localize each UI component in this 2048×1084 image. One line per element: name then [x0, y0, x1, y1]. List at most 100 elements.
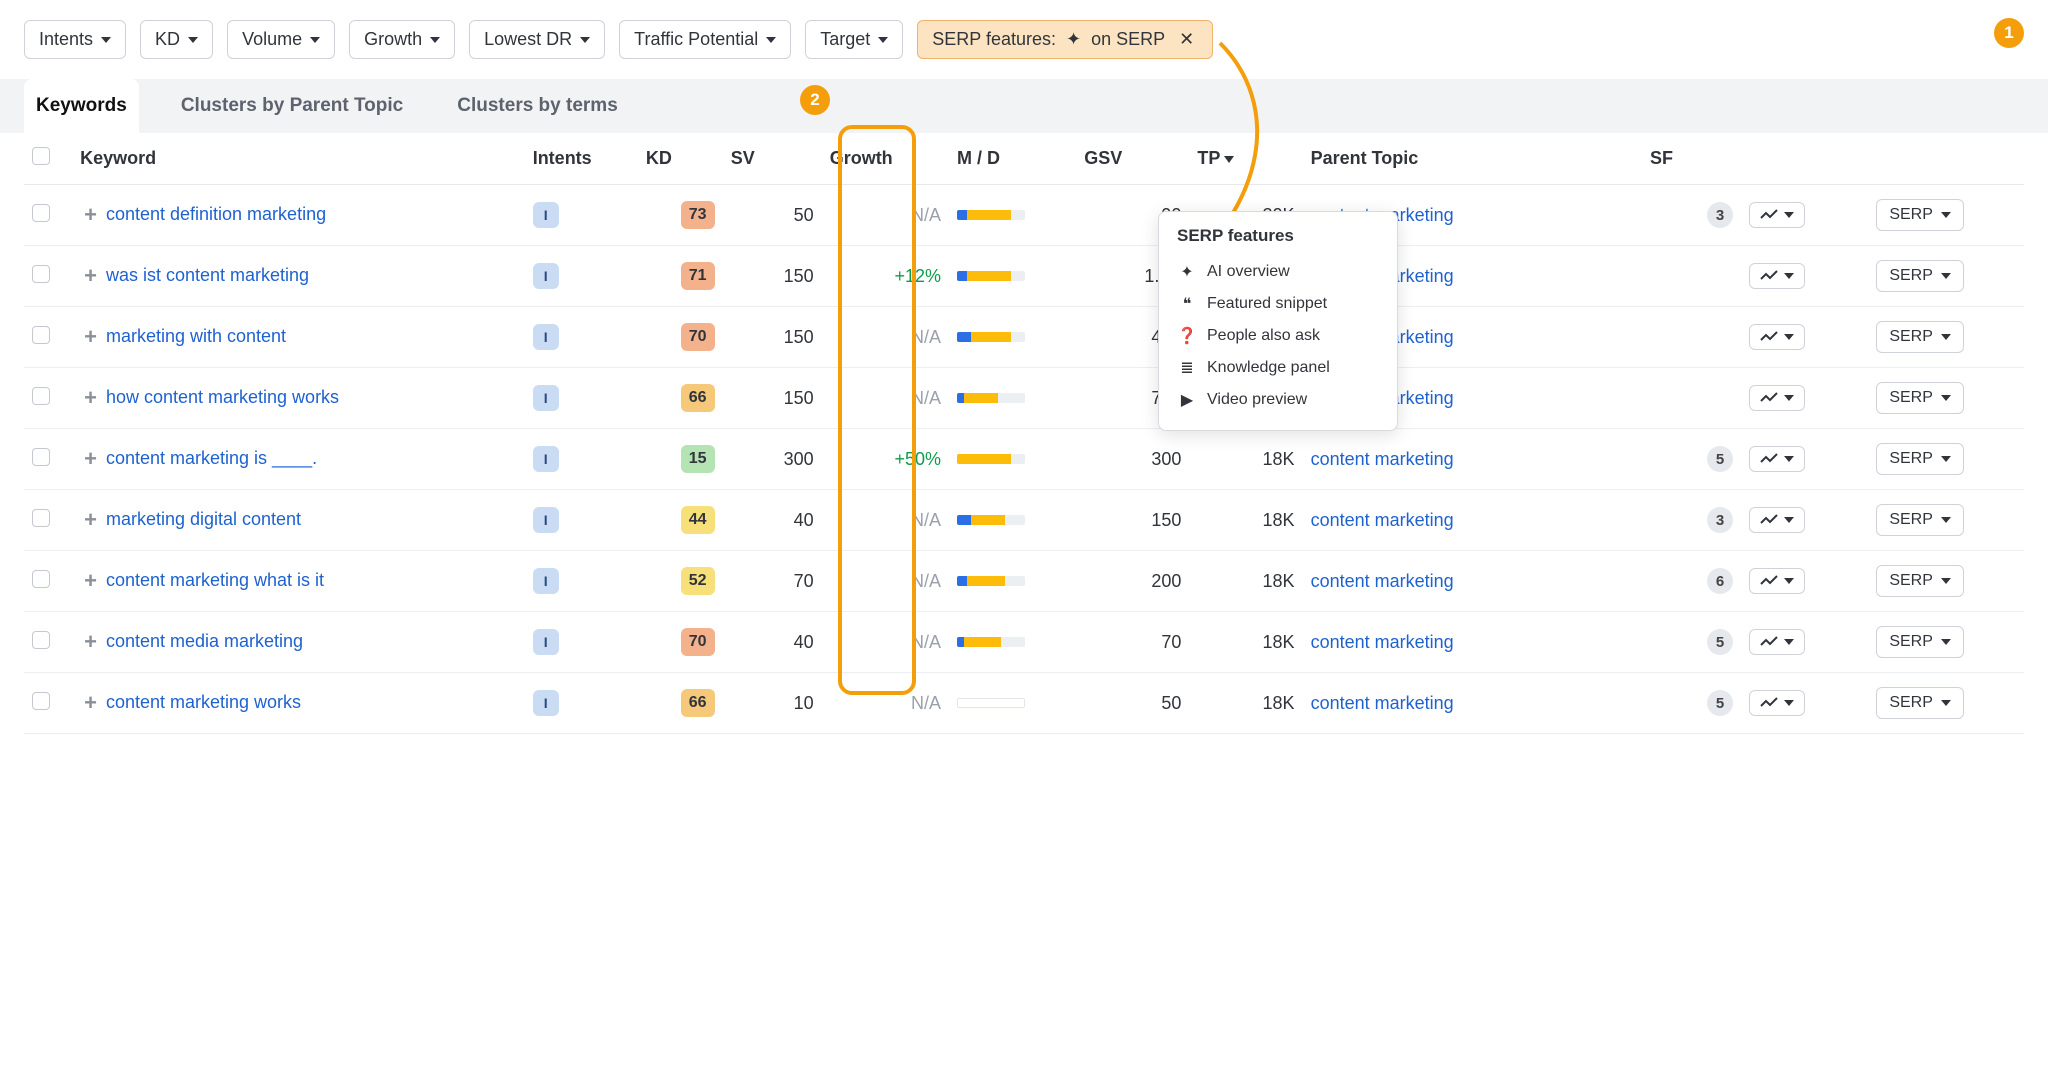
select-all-checkbox[interactable]	[32, 147, 50, 165]
filter-growth[interactable]: Growth	[349, 20, 455, 59]
trend-button[interactable]	[1749, 446, 1805, 472]
expand-icon[interactable]: +	[80, 324, 101, 350]
keyword-link[interactable]: content media marketing	[106, 631, 303, 651]
serp-button[interactable]: SERP	[1876, 626, 1964, 658]
tab-clusters-terms[interactable]: Clusters by terms	[445, 79, 630, 133]
col-kd[interactable]: KD	[638, 133, 723, 185]
trend-button[interactable]	[1749, 690, 1805, 716]
col-gsv[interactable]: GSV	[1076, 133, 1189, 185]
filter-lowest-dr[interactable]: Lowest DR	[469, 20, 605, 59]
sf-count[interactable]: 5	[1707, 690, 1733, 716]
keyword-link[interactable]: content marketing is ____.	[106, 448, 317, 468]
sf-count[interactable]: 5	[1707, 629, 1733, 655]
keyword-link[interactable]: marketing digital content	[106, 509, 301, 529]
growth-value: N/A	[822, 185, 949, 246]
caret-down-icon	[1784, 395, 1794, 401]
table-row: + marketing digital content I 44 40 N/A …	[24, 490, 2024, 551]
table-row: + was ist content marketing I 71 150 +12…	[24, 246, 2024, 307]
filter-kd[interactable]: KD	[140, 20, 213, 59]
sf-count[interactable]: 5	[1707, 446, 1733, 472]
trend-button[interactable]	[1749, 385, 1805, 411]
serp-button[interactable]: SERP	[1876, 199, 1964, 231]
col-parent[interactable]: Parent Topic	[1303, 133, 1642, 185]
col-intents[interactable]: Intents	[525, 133, 638, 185]
col-sf[interactable]: SF	[1642, 133, 1741, 185]
serp-button[interactable]: SERP	[1876, 443, 1964, 475]
row-checkbox[interactable]	[32, 448, 50, 466]
parent-topic-link[interactable]: content marketing	[1311, 632, 1454, 652]
caret-down-icon	[1941, 334, 1951, 340]
filter-volume[interactable]: Volume	[227, 20, 335, 59]
trend-button[interactable]	[1749, 324, 1805, 350]
serp-button[interactable]: SERP	[1876, 504, 1964, 536]
row-checkbox[interactable]	[32, 509, 50, 527]
expand-icon[interactable]: +	[80, 568, 101, 594]
parent-topic-link[interactable]: content marketing	[1311, 693, 1454, 713]
caret-down-icon	[1941, 273, 1951, 279]
sv-value: 50	[723, 185, 822, 246]
row-checkbox[interactable]	[32, 204, 50, 222]
expand-icon[interactable]: +	[80, 263, 101, 289]
trend-button[interactable]	[1749, 202, 1805, 228]
trend-button[interactable]	[1749, 263, 1805, 289]
serp-button[interactable]: SERP	[1876, 565, 1964, 597]
filter-target[interactable]: Target	[805, 20, 903, 59]
row-checkbox[interactable]	[32, 265, 50, 283]
col-tp[interactable]: TP	[1189, 133, 1302, 185]
parent-topic-link[interactable]: content marketing	[1311, 510, 1454, 530]
parent-topic-link[interactable]: content marketing	[1311, 449, 1454, 469]
chip-close-icon[interactable]: ✕	[1175, 29, 1198, 50]
md-bar	[957, 698, 1025, 708]
md-bar	[957, 271, 1025, 281]
keyword-link[interactable]: was ist content marketing	[106, 265, 309, 285]
keyword-link[interactable]: content definition marketing	[106, 204, 326, 224]
col-growth[interactable]: Growth	[822, 133, 949, 185]
keyword-link[interactable]: marketing with content	[106, 326, 286, 346]
expand-icon[interactable]: +	[80, 202, 101, 228]
keyword-link[interactable]: how content marketing works	[106, 387, 339, 407]
tab-clusters-parent[interactable]: Clusters by Parent Topic	[169, 79, 415, 133]
sf-count[interactable]: 3	[1707, 202, 1733, 228]
table-row: + how content marketing works I 66 150 N…	[24, 368, 2024, 429]
row-checkbox[interactable]	[32, 387, 50, 405]
filter-traffic-potential[interactable]: Traffic Potential	[619, 20, 791, 59]
serp-feature-label: AI overview	[1207, 263, 1290, 281]
trend-button[interactable]	[1749, 629, 1805, 655]
keyword-link[interactable]: content marketing what is it	[106, 570, 324, 590]
row-checkbox[interactable]	[32, 326, 50, 344]
expand-icon[interactable]: +	[80, 629, 101, 655]
row-checkbox[interactable]	[32, 631, 50, 649]
serp-button[interactable]: SERP	[1876, 321, 1964, 353]
kd-badge: 73	[681, 201, 715, 229]
expand-icon[interactable]: +	[80, 690, 101, 716]
serp-feature-label: Video preview	[1207, 391, 1307, 409]
row-checkbox[interactable]	[32, 692, 50, 710]
filter-chip-serp-features[interactable]: SERP features: ✦ on SERP ✕	[917, 20, 1213, 59]
md-bar	[957, 332, 1025, 342]
kd-badge: 66	[681, 689, 715, 717]
filter-intents[interactable]: Intents	[24, 20, 126, 59]
serp-button[interactable]: SERP	[1876, 687, 1964, 719]
caret-down-icon	[1941, 395, 1951, 401]
col-keyword[interactable]: Keyword	[72, 133, 525, 185]
expand-icon[interactable]: +	[80, 385, 101, 411]
expand-icon[interactable]: +	[80, 446, 101, 472]
trend-icon	[1760, 209, 1778, 221]
parent-topic-link[interactable]: content marketing	[1311, 571, 1454, 591]
col-sv[interactable]: SV	[723, 133, 822, 185]
sf-count[interactable]: 3	[1707, 507, 1733, 533]
trend-button[interactable]	[1749, 507, 1805, 533]
expand-icon[interactable]: +	[80, 507, 101, 533]
col-md[interactable]: M / D	[949, 133, 1076, 185]
sf-count[interactable]: 6	[1707, 568, 1733, 594]
tab-keywords[interactable]: Keywords	[24, 79, 139, 133]
trend-icon	[1760, 331, 1778, 343]
row-checkbox[interactable]	[32, 570, 50, 588]
keyword-link[interactable]: content marketing works	[106, 692, 301, 712]
intent-badge: I	[533, 507, 559, 533]
serp-button[interactable]: SERP	[1876, 260, 1964, 292]
growth-value: N/A	[822, 368, 949, 429]
serp-button[interactable]: SERP	[1876, 382, 1964, 414]
trend-button[interactable]	[1749, 568, 1805, 594]
popover-item: ❓People also ask	[1177, 320, 1379, 352]
